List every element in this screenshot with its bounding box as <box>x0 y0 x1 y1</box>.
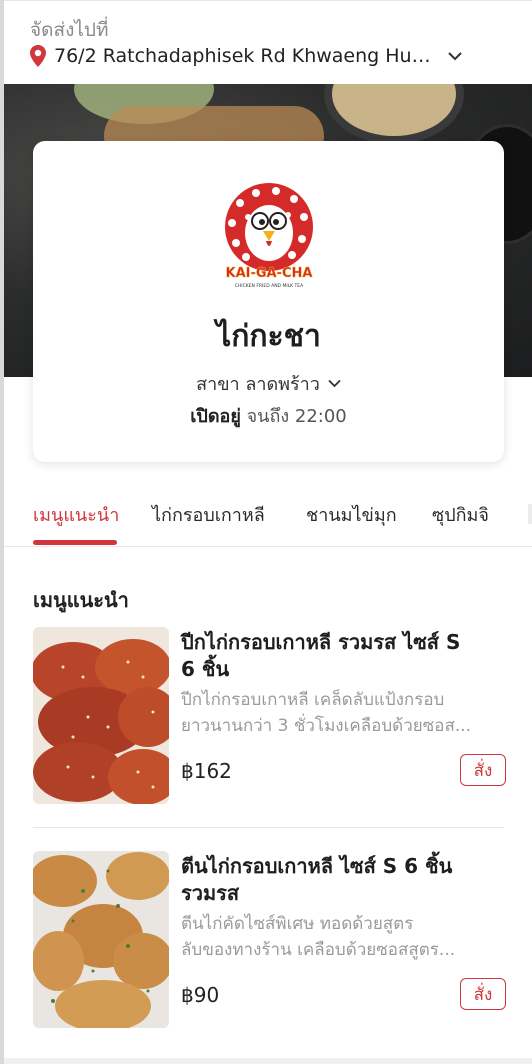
menu-item[interactable]: ตีนไก่กรอบเกาหลี ไซส์ S 6 ชิ้น รวมรส ตีน… <box>33 851 506 1029</box>
branch-name: สาขา ลาดพร้าว <box>196 374 320 395</box>
restaurant-logo: KAI-GA-CHA CHICKEN FRIED AND MILK TEA <box>225 183 313 289</box>
menu-item-description: ตีนไก่คัดไซส์พิเศษ ทอดด้วยสูตร ลับของทาง… <box>181 914 456 960</box>
restaurant-info-card: KAI-GA-CHA CHICKEN FRIED AND MILK TEA ไก… <box>33 141 504 462</box>
address-selector[interactable]: 76/2 Ratchadaphisek Rd Khwaeng Hua... <box>30 43 470 69</box>
delivery-caption: จัดส่งไปที่ <box>30 19 109 41</box>
menu-item-price: ฿162 <box>181 759 232 783</box>
closing-time: จนถึง 22:00 <box>246 406 347 427</box>
active-tab-indicator <box>33 540 117 545</box>
chevron-down-icon[interactable] <box>448 51 462 61</box>
menu-item-image <box>33 851 169 1028</box>
tab-kimchi-soup[interactable]: ซุปกิมจิ <box>432 500 489 529</box>
tab-recommended[interactable]: เมนูแนะนำ <box>33 500 119 529</box>
tab-overflow[interactable] <box>528 504 532 524</box>
menu-category-tabs: เมนูแนะนำ ไก่กรอบเกาหลี ชานมไข่มุก ซุปกิ… <box>4 486 532 547</box>
bottom-divider <box>4 1058 532 1064</box>
menu-item-image <box>33 627 169 804</box>
chevron-down-icon <box>328 379 341 388</box>
delivery-address-header[interactable]: จัดส่งไปที่ 76/2 Ratchadaphisek Rd Khwae… <box>4 0 532 84</box>
item-divider <box>33 827 504 828</box>
screen-edge <box>0 0 4 1064</box>
tab-korean-fried-chicken[interactable]: ไก่กรอบเกาหลี <box>152 500 265 529</box>
order-button[interactable]: สั่ง <box>460 754 506 786</box>
svg-text:KAI-GA-CHA: KAI-GA-CHA <box>226 266 313 281</box>
opening-hours: เปิดอยู่ จนถึง 22:00 <box>33 401 504 430</box>
tab-bubble-milk-tea[interactable]: ชานมไข่มุก <box>306 500 397 529</box>
menu-item[interactable]: ปีกไก่กรอบเกาหลี รวมรส ไซส์ S 6 ชิ้น ปีก… <box>33 627 506 805</box>
section-title: เมนูแนะนำ <box>33 588 129 612</box>
open-status: เปิดอยู่ <box>190 406 241 427</box>
order-button[interactable]: สั่ง <box>460 978 506 1010</box>
location-pin-icon <box>30 45 46 67</box>
menu-item-price: ฿90 <box>181 983 220 1007</box>
restaurant-name: ไก่กะชา <box>216 319 321 354</box>
menu-item-title: ตีนไก่กรอบเกาหลี ไซส์ S 6 ชิ้น รวมรส <box>181 854 453 905</box>
delivery-address: 76/2 Ratchadaphisek Rd Khwaeng Hua... <box>54 45 436 67</box>
svg-text:CHICKEN FRIED AND MILK TEA: CHICKEN FRIED AND MILK TEA <box>235 283 304 289</box>
menu-item-title: ปีกไก่กรอบเกาหลี รวมรส ไซส์ S 6 ชิ้น <box>181 630 461 681</box>
menu-item-description: ปีกไก่กรอบเกาหลี เคล็ดลับแป้งกรอบ ยาวนาน… <box>181 690 472 736</box>
branch-selector[interactable]: สาขา ลาดพร้าว <box>33 369 504 398</box>
